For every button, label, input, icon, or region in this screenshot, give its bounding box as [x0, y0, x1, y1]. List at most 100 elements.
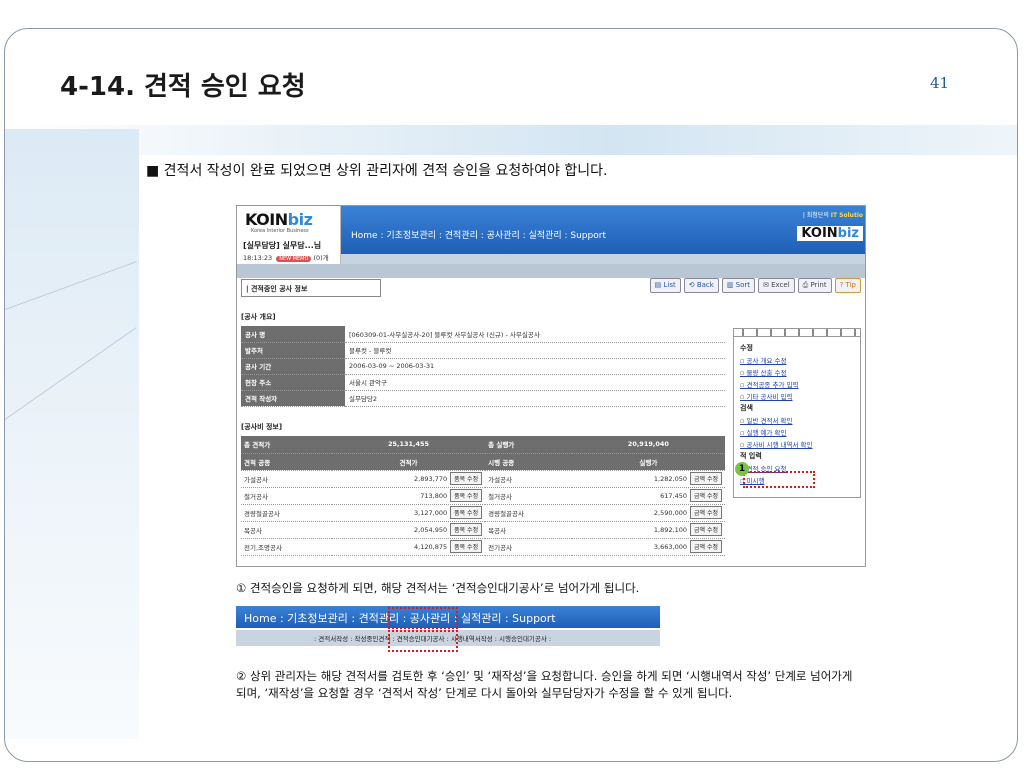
memo-count: (0)개 [313, 254, 329, 262]
table-row: 공사 기간 2006-03-09 ~ 2006-03-31 [241, 358, 725, 375]
tip-button[interactable]: ? Tip [834, 278, 861, 293]
table-row: 철거공사 713,800 품목 수정 철거공사 617,450 금액 수정 [241, 487, 725, 505]
header-tagline: | 최첨단의 IT Solutio [802, 212, 863, 219]
menu-heading-search: 검색 [740, 404, 753, 412]
page-number: 41 [930, 74, 950, 92]
est-type: 경량철골공사 [241, 504, 332, 522]
menu-item-exec-estimate[interactable]: 실행 예가 확인 [740, 427, 854, 437]
est-type: 철거공사 [241, 487, 332, 505]
est-price: 4,120,875 [414, 543, 448, 551]
sort-button[interactable]: ▥ Sort [721, 278, 756, 293]
edit-items-button[interactable]: 품목 수정 [450, 523, 483, 536]
overview-key: 공사 기간 [241, 358, 345, 375]
exec-price-cell: 617,450 금액 수정 [571, 487, 725, 505]
decorative-band [5, 125, 1017, 155]
user-time: 18:13:23 [243, 254, 273, 262]
est-price: 713,800 [420, 492, 448, 500]
section-overview-label: [공사 개요] [241, 313, 276, 321]
exec-type: 가설공사 [485, 470, 572, 488]
exec-price: 2,590,000 [653, 509, 687, 517]
table-row: 견적 작성자 실무담당2 [241, 390, 725, 407]
exec-type: 경량철골공사 [485, 504, 572, 522]
edit-items-button[interactable]: 품목 수정 [450, 506, 483, 519]
header-logo: KOINbiz [797, 226, 863, 241]
exec-type: 철거공사 [485, 487, 572, 505]
exec-price: 3,663,000 [653, 543, 687, 551]
column-header: 시행 공종 [485, 453, 572, 471]
table-row: 가설공사 2,893,770 품목 수정 가설공사 1,282,050 금액 수정 [241, 470, 725, 488]
app-grey-bar [237, 264, 865, 278]
est-price-cell: 4,120,875 품목 수정 [331, 538, 486, 556]
table-row: 발주처 블루컷 - 블루컷 [241, 342, 725, 359]
exec-price: 617,450 [660, 492, 687, 500]
table-row: 현장 주소 서울시 관악구 [241, 374, 725, 391]
user-status: 18:13:23 NEW MEMO (0)개 [243, 252, 329, 262]
overview-key: 공사 명 [241, 326, 345, 343]
est-type: 전기,조명공사 [241, 538, 332, 556]
overview-value: 실무담당2 [345, 390, 725, 407]
table-row: 목공사 2,054,950 품목 수정 목공사 1,892,100 금액 수정 [241, 521, 725, 539]
est-price-cell: 2,054,950 품목 수정 [331, 521, 486, 539]
side-menu-body: 수정 공사 개요 수정 물량 산출 수정 견적공종 추가 입력 기타 공사비 입… [734, 337, 860, 489]
app-main-nav[interactable]: Home : 기초정보관리 : 견적관리 : 공사관리 : 실적관리 : Sup… [351, 228, 606, 241]
est-price-cell: 713,800 품목 수정 [331, 487, 486, 505]
exec-price: 1,892,100 [653, 526, 687, 534]
toolbar: ▤ List ⟲ Back ▥ Sort ✉ Excel ⎙ Print ? T… [649, 278, 861, 293]
note-2: ② 상위 관리자는 해당 견적서를 검토한 후 ‘승인’ 및 ‘재작성’을 요청… [236, 669, 853, 700]
table-row: 전기,조명공사 4,120,875 품목 수정 전기공사 3,663,000 금액 … [241, 538, 725, 556]
est-price: 2,893,770 [414, 475, 448, 483]
pending-approval-highlight [388, 630, 458, 652]
overview-value: 블루컷 - 블루컷 [345, 342, 725, 359]
overview-value: 2006-03-09 ~ 2006-03-31 [345, 358, 725, 375]
menu-heading-input: 적 입력 [740, 452, 762, 460]
table-row: 총 견적가 25,131,455 총 실행가 20,919,040 [241, 436, 725, 454]
overview-value: 서울시 관악구 [345, 374, 725, 391]
overview-key: 발주처 [241, 342, 345, 359]
est-price-cell: 2,893,770 품목 수정 [331, 470, 486, 488]
estimate-menu-highlight [388, 607, 458, 629]
excel-button[interactable]: ✉ Excel [758, 278, 795, 293]
menu-item-exec-statement[interactable]: 공사비 시행 내역서 확인 [740, 439, 854, 449]
exec-type: 전기공사 [485, 538, 572, 556]
back-button[interactable]: ⟲ Back [683, 278, 719, 293]
est-type: 가설공사 [241, 470, 332, 488]
section-cost-label: [공사비 정보] [241, 423, 283, 431]
menu-item-other-cost[interactable]: 기타 공사비 입력 [740, 391, 854, 401]
new-memo-badge[interactable]: NEW MEMO [276, 256, 312, 262]
exec-price-cell: 2,590,000 금액 수정 [571, 504, 725, 522]
total-estimate-label: 총 견적가 [241, 436, 332, 454]
exec-price: 1,282,050 [653, 475, 687, 483]
edit-items-button[interactable]: 품목 수정 [450, 540, 483, 553]
edit-amount-button[interactable]: 금액 수정 [690, 489, 722, 502]
edit-amount-button[interactable]: 금액 수정 [690, 523, 722, 536]
callout-number: 1 [735, 462, 749, 476]
table-row: 경량철골공사 3,127,000 품목 수정 경량철골공사 2,590,000 금액… [241, 504, 725, 522]
overview-key: 현장 주소 [241, 374, 345, 391]
menu-item-edit-overview[interactable]: 공사 개요 수정 [740, 355, 854, 365]
app-logo[interactable]: KOINbiz [245, 210, 313, 229]
exec-type: 목공사 [485, 521, 572, 539]
list-button[interactable]: ▤ List [649, 278, 681, 293]
edit-items-button[interactable]: 품목 수정 [450, 489, 483, 502]
edit-amount-button[interactable]: 금액 수정 [690, 472, 722, 485]
user-panel: KOINbiz Korea Interior Business [실무담당] 실… [237, 206, 341, 264]
menu-item-add-trade[interactable]: 견적공종 추가 입력 [740, 379, 854, 389]
slide-title: 4-14. 견적 승인 요청 [60, 72, 306, 102]
edit-items-button[interactable]: 품목 수정 [450, 472, 483, 485]
overview-value: [060309-01-사무실공사-20] 블루컷 사무실공사 (신규) - 사무… [345, 326, 725, 343]
column-header: 견적 공종 [241, 453, 332, 471]
panel-title: | 견적중인 공사 정보 [241, 279, 381, 297]
user-name: [실무담당] 실무담...님 [243, 241, 322, 250]
menu-item-edit-quantity[interactable]: 물량 산출 수정 [740, 367, 854, 377]
edit-amount-button[interactable]: 금액 수정 [690, 540, 722, 553]
logo-subtitle: Korea Interior Business [251, 228, 309, 234]
note-1: ① 견적승인을 요청하게 되면, 해당 견적서는 ‘견적승인대기공사’로 넘어가… [236, 581, 640, 595]
approval-highlight [743, 471, 815, 488]
print-button[interactable]: ⎙ Print [797, 278, 832, 293]
bullet-text: ■ 견적서 작성이 완료 되었으면 상위 관리자에 견적 승인을 요청하여야 합… [146, 163, 608, 179]
edit-amount-button[interactable]: 금액 수정 [690, 506, 722, 519]
column-header: 실행가 [571, 453, 725, 471]
menu-item-general-estimate[interactable]: 일반 견적서 확인 [740, 415, 854, 425]
exec-price-cell: 3,663,000 금액 수정 [571, 538, 725, 556]
total-exec-value: 20,919,040 [571, 436, 725, 454]
